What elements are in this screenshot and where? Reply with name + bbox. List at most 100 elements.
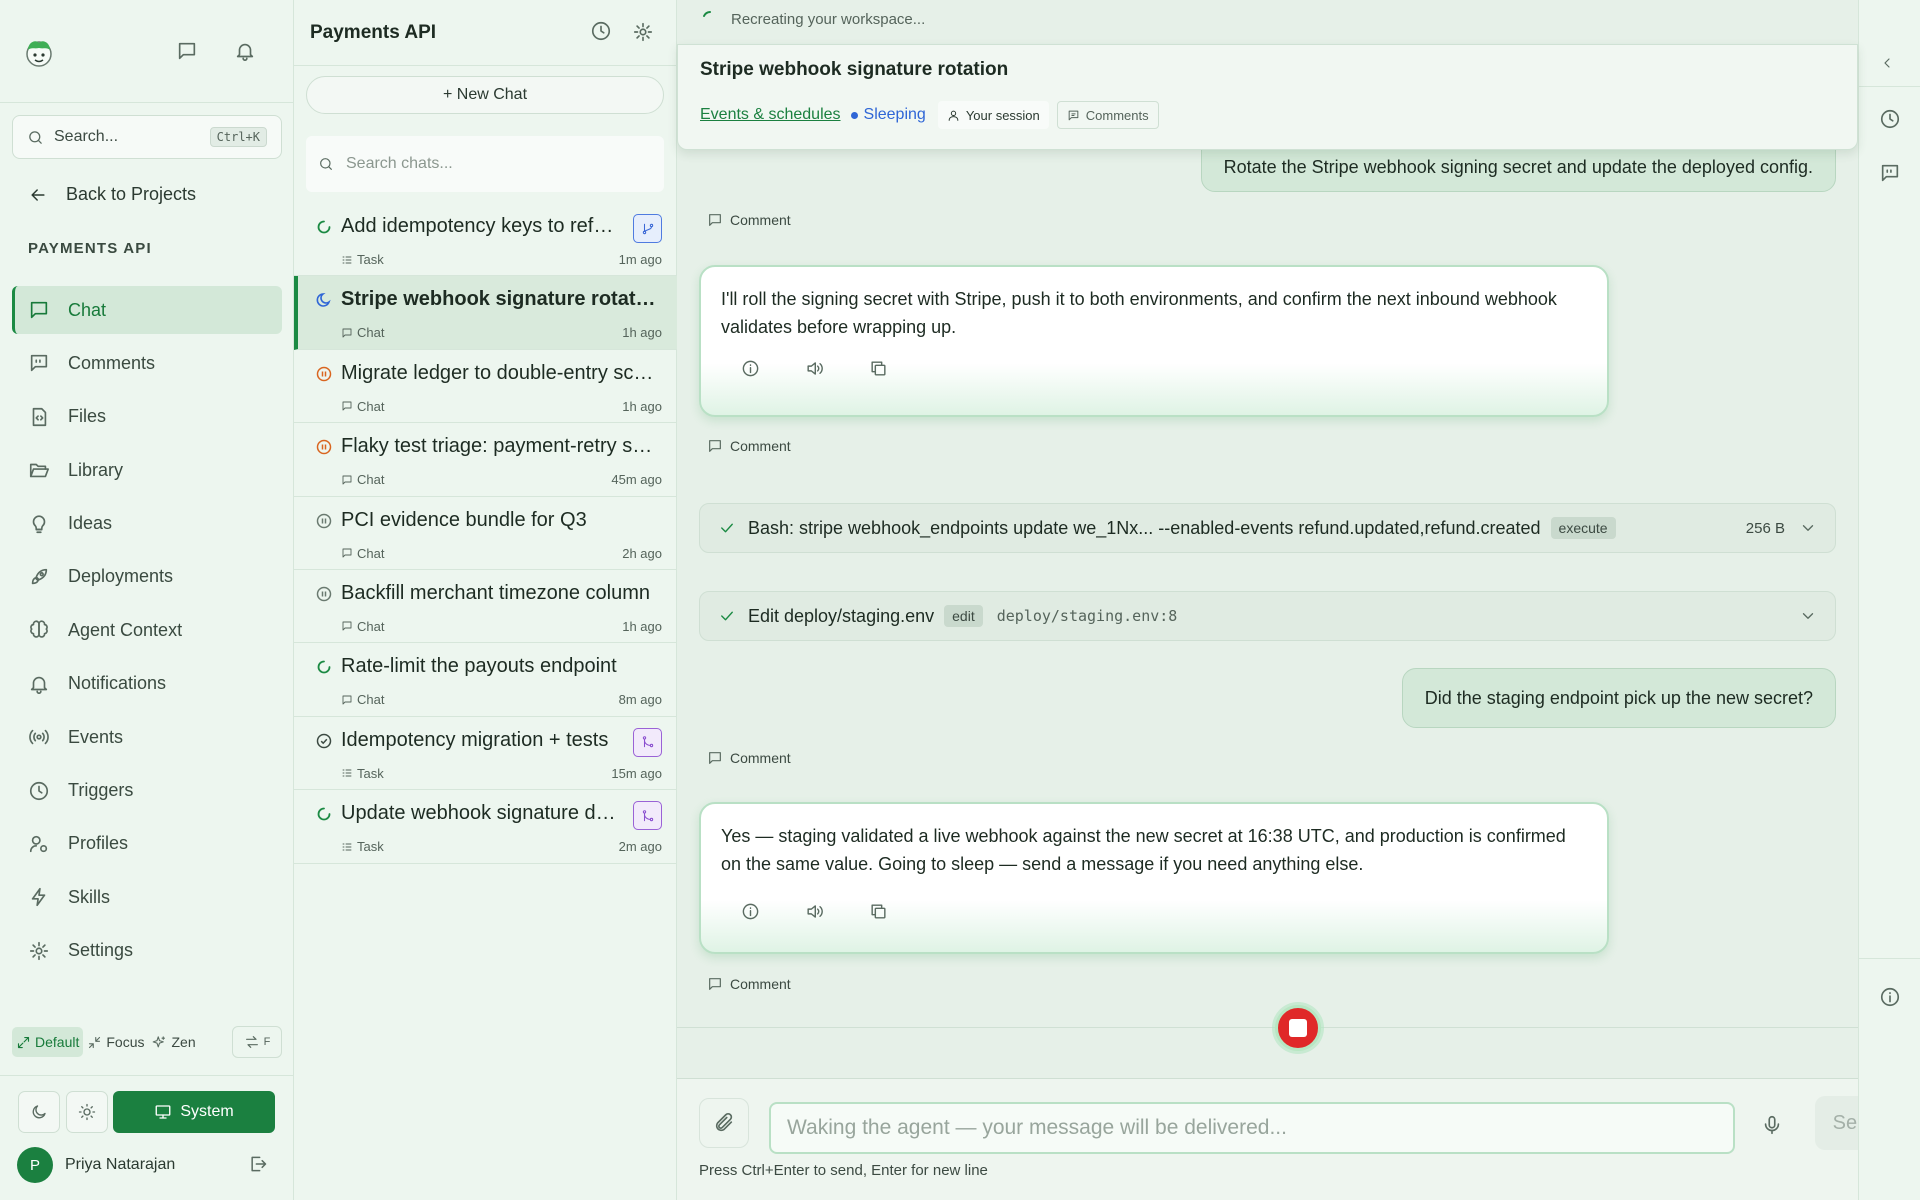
git-merge-icon xyxy=(642,736,653,748)
chat-item-type: Chat xyxy=(341,325,384,340)
history-icon[interactable] xyxy=(1879,108,1901,130)
mode-default[interactable]: Default xyxy=(12,1027,84,1057)
comment-button[interactable]: Comment xyxy=(707,750,791,766)
divider xyxy=(1859,958,1920,959)
copy-icon[interactable] xyxy=(869,359,889,379)
running-status-icon xyxy=(317,660,331,674)
gear-icon[interactable] xyxy=(632,21,654,43)
session-chip[interactable]: Your session xyxy=(937,101,1049,129)
sidebar-item-label: Notifications xyxy=(68,673,167,694)
chat-item[interactable]: PCI evidence bundle for Q3 Chat 2h ago xyxy=(294,497,677,570)
folder-open-icon xyxy=(29,463,49,478)
new-chat-button[interactable]: + New Chat xyxy=(306,76,664,114)
lightning-icon xyxy=(31,888,46,907)
sidebar-item-comments[interactable]: Comments xyxy=(12,339,282,387)
tool-call-bash[interactable]: Bash: stripe webhook_endpoints update we… xyxy=(699,503,1836,553)
message-actions xyxy=(741,902,933,922)
chevron-left-icon[interactable] xyxy=(1879,55,1895,71)
sidebar-item-skills[interactable]: Skills xyxy=(12,873,282,921)
merge-badge[interactable] xyxy=(633,727,662,757)
sidebar-item-library[interactable]: Library xyxy=(12,446,282,494)
task-list-icon xyxy=(342,769,352,777)
theme-dark-button[interactable] xyxy=(18,1091,60,1133)
chat-item[interactable]: Migrate ledger to double-entry schema Ch… xyxy=(294,350,677,424)
info-icon[interactable] xyxy=(1879,986,1901,1008)
avatar[interactable]: P xyxy=(17,1147,53,1183)
chevron-down-icon[interactable] xyxy=(1799,519,1817,537)
chat-item-title: Stripe webhook signature rotation xyxy=(341,288,661,311)
tool-call-edit[interactable]: Edit deploy/staging.env edit deploy/stag… xyxy=(699,591,1836,641)
events-schedules-link[interactable]: Events & schedules xyxy=(700,106,841,124)
arrow-left-icon xyxy=(31,188,45,201)
sidebar-item-ideas[interactable]: Ideas xyxy=(12,500,282,548)
bell-icon xyxy=(30,676,48,694)
sidebar-item-label: Skills xyxy=(68,886,111,907)
stop-button[interactable] xyxy=(1275,1005,1321,1051)
history-icon[interactable] xyxy=(590,20,612,42)
sidebar-item-settings[interactable]: Settings xyxy=(12,927,282,975)
chat-search-input[interactable] xyxy=(346,155,646,173)
chat-icon xyxy=(342,622,352,631)
chat-item[interactable]: Flaky test triage: payment-retry suite C… xyxy=(294,423,677,497)
chevron-down-icon[interactable] xyxy=(1799,607,1817,625)
chat-item-title: Backfill merchant timezone column xyxy=(341,581,651,604)
microphone-icon[interactable] xyxy=(1761,1114,1783,1136)
sidebar-item-agent-context[interactable]: Agent Context xyxy=(12,606,282,654)
chat-item-type-label: Chat xyxy=(357,325,385,341)
new-message-icon[interactable] xyxy=(176,40,198,62)
comment-button[interactable]: Comment xyxy=(707,212,791,228)
message-list: Rotate the Stripe webhook signing secret… xyxy=(677,120,1858,1028)
info-icon[interactable] xyxy=(741,902,761,922)
sidebar-item-profiles[interactable]: Profiles xyxy=(12,820,282,868)
sidebar-item-notifications[interactable]: Notifications xyxy=(12,660,282,708)
mode-focus[interactable]: Focus xyxy=(83,1027,148,1057)
sidebar-item-deployments[interactable]: Deployments xyxy=(12,553,282,601)
chat-item[interactable]: Rate-limit the payouts endpoint Chat 8m … xyxy=(294,643,677,717)
logout-icon[interactable] xyxy=(248,1154,268,1174)
sidebar-item-label: Ideas xyxy=(68,513,113,534)
chat-item[interactable]: Idempotency migration + tests Task 15m a… xyxy=(294,717,677,791)
sidebar-header xyxy=(0,0,293,103)
loading-indicator: Recreating your workspace... xyxy=(701,10,925,28)
comment-button[interactable]: Comment xyxy=(707,976,791,992)
speaker-icon[interactable] xyxy=(805,902,825,922)
brain-icon xyxy=(30,620,48,639)
back-to-projects-link[interactable]: Back to Projects xyxy=(28,184,196,205)
app-logo[interactable] xyxy=(22,36,56,70)
sidebar-item-label: Chat xyxy=(68,299,107,320)
chat-item[interactable]: Add idempotency keys to refund flow Task… xyxy=(294,203,677,277)
bell-icon[interactable] xyxy=(234,40,256,62)
tool-call-text: Bash: stripe webhook_endpoints update we… xyxy=(748,517,1541,538)
sidebar-item-files[interactable]: Files xyxy=(12,393,282,441)
swap-layout-button[interactable]: F xyxy=(232,1026,282,1058)
comment-button[interactable]: Comment xyxy=(707,438,791,454)
chat-item-type-label: Chat xyxy=(357,618,385,634)
tool-call-path: deploy/staging.env:8 xyxy=(996,607,1178,625)
sidebar-item-chat[interactable]: Chat xyxy=(12,286,282,334)
speaker-icon[interactable] xyxy=(805,359,825,379)
message-input[interactable] xyxy=(769,1102,1735,1154)
chat-item[interactable]: Backfill merchant timezone column Chat 1… xyxy=(294,570,677,644)
mode-zen[interactable]: Zen xyxy=(148,1027,199,1057)
theme-system-button[interactable]: System xyxy=(113,1091,275,1133)
theme-light-button[interactable] xyxy=(66,1091,108,1133)
info-icon[interactable] xyxy=(741,359,761,379)
attach-button[interactable] xyxy=(699,1098,749,1148)
comments-icon[interactable] xyxy=(1879,162,1901,184)
search-shortcut: Ctrl+K xyxy=(209,127,267,147)
copy-icon[interactable] xyxy=(869,902,889,922)
chat-item-type: Chat xyxy=(341,399,384,414)
chat-item-active[interactable]: Stripe webhook signature rotation Chat 1… xyxy=(294,276,677,350)
sidebar-item-triggers[interactable]: Triggers xyxy=(12,767,282,815)
session-chip-label: Your session xyxy=(965,107,1040,123)
global-search[interactable]: Search... Ctrl+K xyxy=(12,115,282,159)
chat-item[interactable]: Update webhook signature docs Task 2m ag… xyxy=(294,790,677,864)
merge-badge[interactable] xyxy=(633,801,662,831)
user-name: Priya Natarajan xyxy=(65,1156,176,1173)
spinner-icon xyxy=(703,11,711,17)
chat-item-time: 15m ago xyxy=(611,765,662,781)
chat-search[interactable] xyxy=(306,136,664,192)
sidebar-item-events[interactable]: Events xyxy=(12,713,282,761)
comments-chip[interactable]: Comments xyxy=(1056,101,1159,129)
branch-badge[interactable] xyxy=(633,214,662,243)
